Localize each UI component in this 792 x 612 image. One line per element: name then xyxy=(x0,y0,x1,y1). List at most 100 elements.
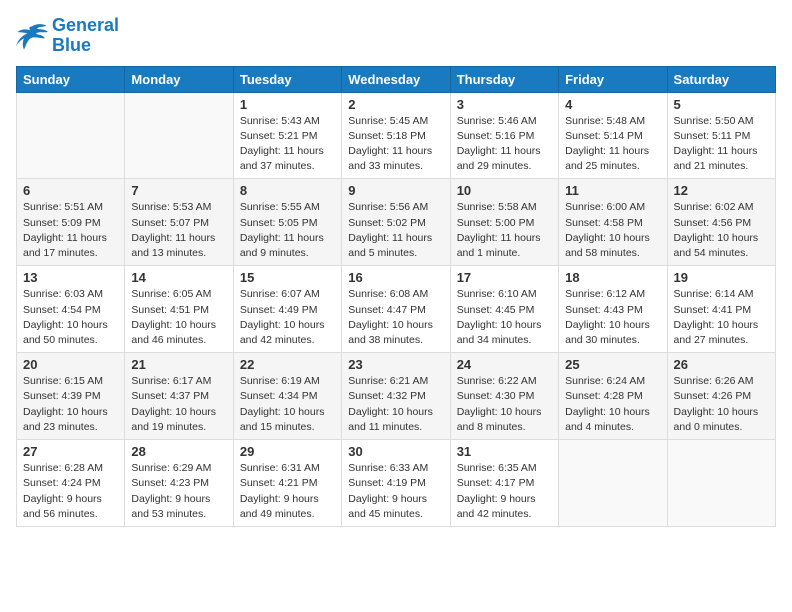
day-info: Sunrise: 5:53 AMSunset: 5:07 PMDaylight:… xyxy=(131,200,226,261)
day-number: 17 xyxy=(457,270,552,285)
day-number: 8 xyxy=(240,183,335,198)
weekday-header-monday: Monday xyxy=(125,66,233,92)
calendar-cell: 31 Sunrise: 6:35 AMSunset: 4:17 PMDayligh… xyxy=(450,440,558,527)
day-number: 28 xyxy=(131,444,226,459)
day-info: Sunrise: 6:15 AMSunset: 4:39 PMDaylight:… xyxy=(23,374,118,435)
day-info: Sunrise: 6:07 AMSunset: 4:49 PMDaylight:… xyxy=(240,287,335,348)
calendar-cell xyxy=(667,440,775,527)
day-info: Sunrise: 5:46 AMSunset: 5:16 PMDaylight:… xyxy=(457,114,552,175)
day-info: Sunrise: 5:50 AMSunset: 5:11 PMDaylight:… xyxy=(674,114,769,175)
calendar-cell xyxy=(559,440,667,527)
day-number: 14 xyxy=(131,270,226,285)
day-number: 20 xyxy=(23,357,118,372)
calendar-cell xyxy=(17,92,125,179)
calendar-cell: 25 Sunrise: 6:24 AMSunset: 4:28 PMDayligh… xyxy=(559,353,667,440)
calendar-cell: 3 Sunrise: 5:46 AMSunset: 5:16 PMDaylight… xyxy=(450,92,558,179)
calendar-cell: 2 Sunrise: 5:45 AMSunset: 5:18 PMDaylight… xyxy=(342,92,450,179)
calendar-cell: 19 Sunrise: 6:14 AMSunset: 4:41 PMDayligh… xyxy=(667,266,775,353)
day-info: Sunrise: 6:29 AMSunset: 4:23 PMDaylight:… xyxy=(131,461,226,522)
logo: General Blue xyxy=(16,16,119,56)
day-number: 11 xyxy=(565,183,660,198)
day-info: Sunrise: 5:48 AMSunset: 5:14 PMDaylight:… xyxy=(565,114,660,175)
day-number: 2 xyxy=(348,97,443,112)
calendar-cell: 24 Sunrise: 6:22 AMSunset: 4:30 PMDayligh… xyxy=(450,353,558,440)
day-number: 7 xyxy=(131,183,226,198)
day-info: Sunrise: 5:56 AMSunset: 5:02 PMDaylight:… xyxy=(348,200,443,261)
day-info: Sunrise: 5:43 AMSunset: 5:21 PMDaylight:… xyxy=(240,114,335,175)
day-number: 19 xyxy=(674,270,769,285)
calendar-cell: 18 Sunrise: 6:12 AMSunset: 4:43 PMDayligh… xyxy=(559,266,667,353)
calendar-cell: 23 Sunrise: 6:21 AMSunset: 4:32 PMDayligh… xyxy=(342,353,450,440)
weekday-header-thursday: Thursday xyxy=(450,66,558,92)
day-info: Sunrise: 6:21 AMSunset: 4:32 PMDaylight:… xyxy=(348,374,443,435)
weekday-header-saturday: Saturday xyxy=(667,66,775,92)
logo-text: General Blue xyxy=(52,16,119,56)
day-info: Sunrise: 6:22 AMSunset: 4:30 PMDaylight:… xyxy=(457,374,552,435)
weekday-header-friday: Friday xyxy=(559,66,667,92)
day-number: 22 xyxy=(240,357,335,372)
day-number: 18 xyxy=(565,270,660,285)
calendar-cell: 5 Sunrise: 5:50 AMSunset: 5:11 PMDaylight… xyxy=(667,92,775,179)
day-number: 29 xyxy=(240,444,335,459)
week-row-3: 13Sunrise: 6:03 AMSunset: 4:54 PMDayligh… xyxy=(17,266,776,353)
calendar-cell: 20 Sunrise: 6:15 AMSunset: 4:39 PMDayligh… xyxy=(17,353,125,440)
week-row-4: 20 Sunrise: 6:15 AMSunset: 4:39 PMDayligh… xyxy=(17,353,776,440)
day-info: Sunrise: 6:35 AMSunset: 4:17 PMDaylight:… xyxy=(457,461,552,522)
day-number: 5 xyxy=(674,97,769,112)
calendar-cell: 26 Sunrise: 6:26 AMSunset: 4:26 PMDayligh… xyxy=(667,353,775,440)
day-number: 15 xyxy=(240,270,335,285)
calendar-cell: 16 Sunrise: 6:08 AMSunset: 4:47 PMDayligh… xyxy=(342,266,450,353)
day-info: Sunrise: 6:19 AMSunset: 4:34 PMDaylight:… xyxy=(240,374,335,435)
day-info: Sunrise: 6:10 AMSunset: 4:45 PMDaylight:… xyxy=(457,287,552,348)
day-info: Sunrise: 6:12 AMSunset: 4:43 PMDaylight:… xyxy=(565,287,660,348)
calendar-cell: 10 Sunrise: 5:58 AMSunset: 5:00 PMDayligh… xyxy=(450,179,558,266)
day-info: Sunrise: 6:00 AMSunset: 4:58 PMDaylight:… xyxy=(565,200,660,261)
day-info: Sunrise: 5:45 AMSunset: 5:18 PMDaylight:… xyxy=(348,114,443,175)
day-number: 31 xyxy=(457,444,552,459)
calendar-cell: 6Sunrise: 5:51 AMSunset: 5:09 PMDaylight… xyxy=(17,179,125,266)
day-info: Sunrise: 5:51 AMSunset: 5:09 PMDaylight:… xyxy=(23,200,118,261)
day-info: Sunrise: 6:26 AMSunset: 4:26 PMDaylight:… xyxy=(674,374,769,435)
day-info: Sunrise: 6:33 AMSunset: 4:19 PMDaylight:… xyxy=(348,461,443,522)
day-number: 21 xyxy=(131,357,226,372)
calendar-cell: 27 Sunrise: 6:28 AMSunset: 4:24 PMDayligh… xyxy=(17,440,125,527)
calendar-cell: 30 Sunrise: 6:33 AMSunset: 4:19 PMDayligh… xyxy=(342,440,450,527)
day-info: Sunrise: 6:14 AMSunset: 4:41 PMDaylight:… xyxy=(674,287,769,348)
day-info: Sunrise: 6:28 AMSunset: 4:24 PMDaylight:… xyxy=(23,461,118,522)
day-number: 25 xyxy=(565,357,660,372)
calendar-cell: 8 Sunrise: 5:55 AMSunset: 5:05 PMDaylight… xyxy=(233,179,341,266)
day-number: 30 xyxy=(348,444,443,459)
day-info: Sunrise: 6:03 AMSunset: 4:54 PMDaylight:… xyxy=(23,287,118,348)
calendar-cell: 11 Sunrise: 6:00 AMSunset: 4:58 PMDayligh… xyxy=(559,179,667,266)
day-number: 9 xyxy=(348,183,443,198)
day-number: 16 xyxy=(348,270,443,285)
weekday-header-row: SundayMondayTuesdayWednesdayThursdayFrid… xyxy=(17,66,776,92)
weekday-header-sunday: Sunday xyxy=(17,66,125,92)
day-number: 10 xyxy=(457,183,552,198)
day-info: Sunrise: 6:05 AMSunset: 4:51 PMDaylight:… xyxy=(131,287,226,348)
calendar-cell: 12Sunrise: 6:02 AMSunset: 4:56 PMDayligh… xyxy=(667,179,775,266)
day-number: 3 xyxy=(457,97,552,112)
day-info: Sunrise: 6:08 AMSunset: 4:47 PMDaylight:… xyxy=(348,287,443,348)
day-info: Sunrise: 5:55 AMSunset: 5:05 PMDaylight:… xyxy=(240,200,335,261)
day-number: 24 xyxy=(457,357,552,372)
calendar-cell: 28 Sunrise: 6:29 AMSunset: 4:23 PMDayligh… xyxy=(125,440,233,527)
calendar-cell: 9 Sunrise: 5:56 AMSunset: 5:02 PMDaylight… xyxy=(342,179,450,266)
calendar-cell: 1 Sunrise: 5:43 AMSunset: 5:21 PMDaylight… xyxy=(233,92,341,179)
weekday-header-tuesday: Tuesday xyxy=(233,66,341,92)
day-number: 12 xyxy=(674,183,769,198)
calendar-cell: 15 Sunrise: 6:07 AMSunset: 4:49 PMDayligh… xyxy=(233,266,341,353)
day-info: Sunrise: 6:24 AMSunset: 4:28 PMDaylight:… xyxy=(565,374,660,435)
calendar-cell: 21Sunrise: 6:17 AMSunset: 4:37 PMDayligh… xyxy=(125,353,233,440)
calendar-cell: 4Sunrise: 5:48 AMSunset: 5:14 PMDaylight… xyxy=(559,92,667,179)
day-number: 26 xyxy=(674,357,769,372)
calendar-cell: 13Sunrise: 6:03 AMSunset: 4:54 PMDayligh… xyxy=(17,266,125,353)
week-row-1: 1 Sunrise: 5:43 AMSunset: 5:21 PMDaylight… xyxy=(17,92,776,179)
day-number: 23 xyxy=(348,357,443,372)
calendar-cell: 29Sunrise: 6:31 AMSunset: 4:21 PMDayligh… xyxy=(233,440,341,527)
day-info: Sunrise: 5:58 AMSunset: 5:00 PMDaylight:… xyxy=(457,200,552,261)
day-number: 27 xyxy=(23,444,118,459)
calendar-cell xyxy=(125,92,233,179)
day-number: 1 xyxy=(240,97,335,112)
week-row-2: 6Sunrise: 5:51 AMSunset: 5:09 PMDaylight… xyxy=(17,179,776,266)
